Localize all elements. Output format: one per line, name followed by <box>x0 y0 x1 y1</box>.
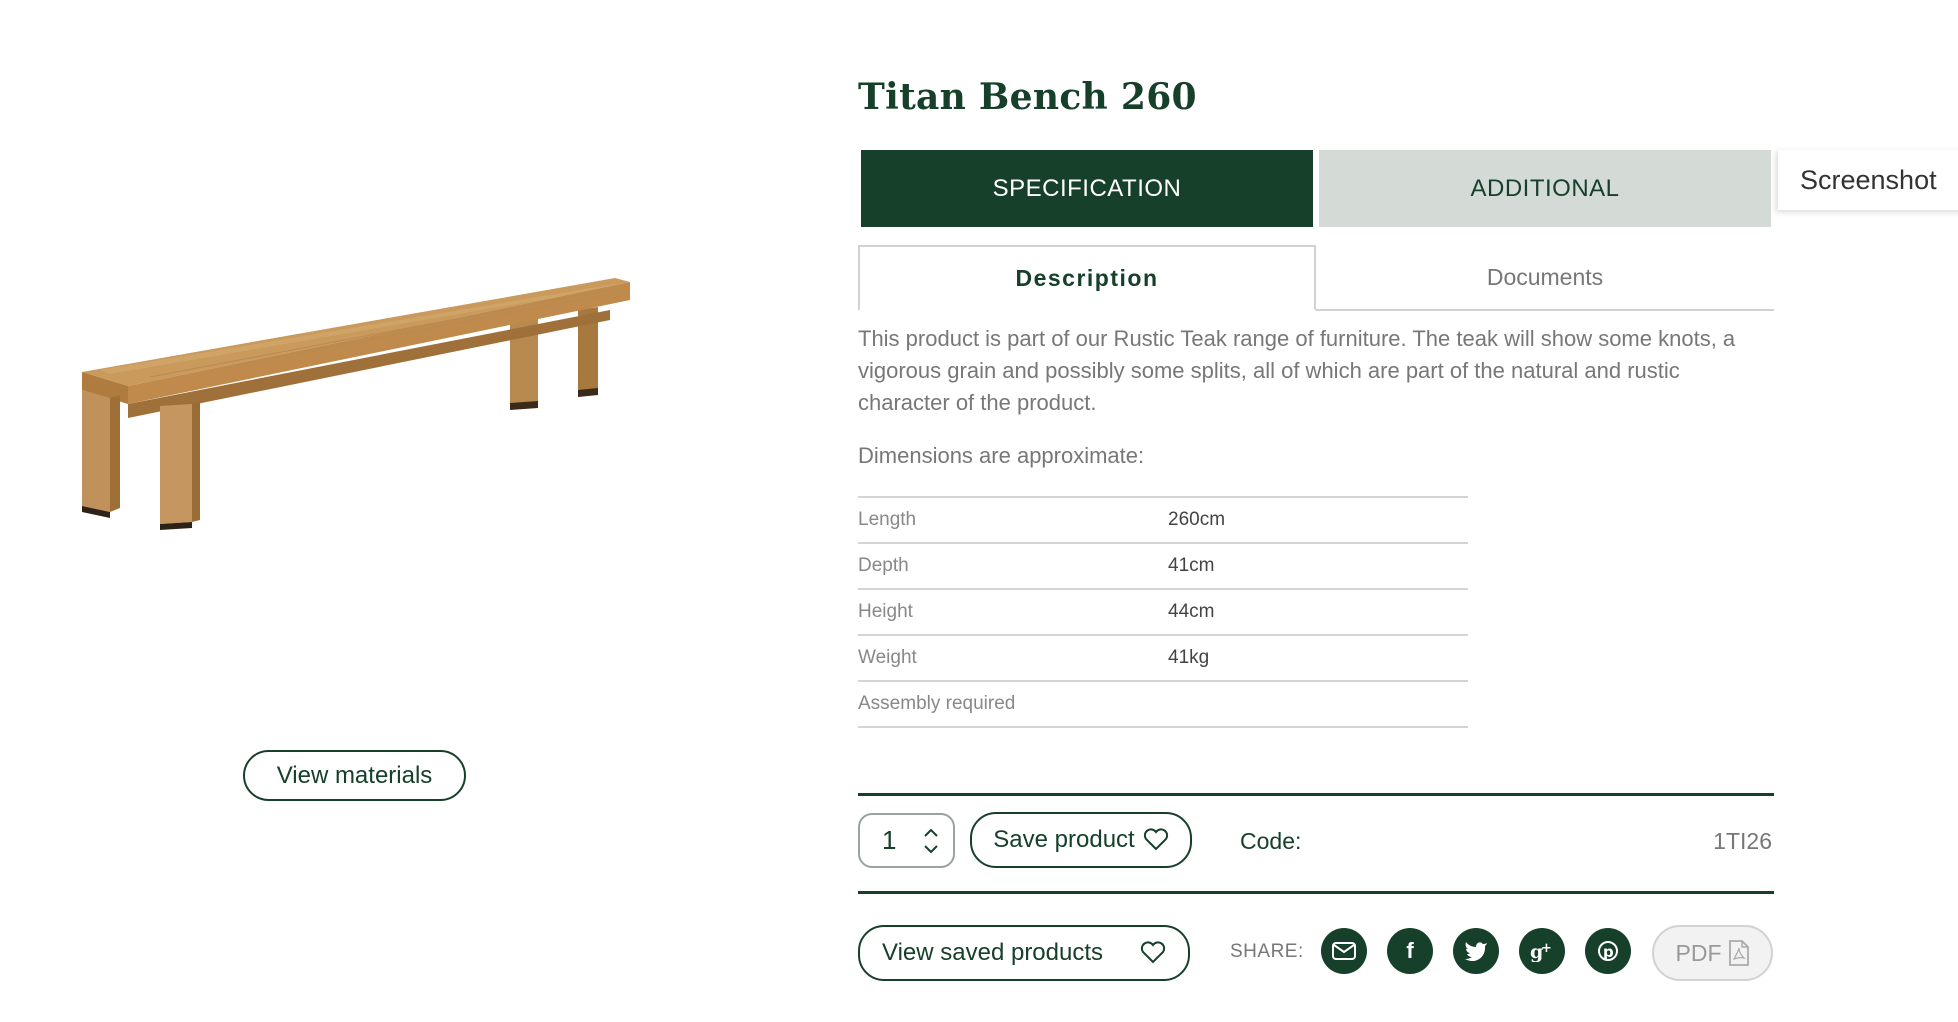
spec-value: 41cm <box>1168 543 1468 590</box>
save-product-button[interactable]: Save product <box>970 812 1192 868</box>
code-label: Code: <box>1240 828 1302 854</box>
pdf-button[interactable]: PDF <box>1652 925 1773 981</box>
pdf-label: PDF <box>1675 939 1722 966</box>
heart-icon <box>1140 941 1166 964</box>
table-row: Height 44cm <box>858 589 1468 636</box>
share-label: SHARE: <box>1230 941 1304 962</box>
subtab-bar: Description Documents <box>858 245 1774 311</box>
stepper-arrows[interactable] <box>922 826 940 856</box>
heart-icon <box>1143 828 1168 851</box>
divider <box>858 793 1774 796</box>
facebook-icon[interactable]: f <box>1387 928 1433 974</box>
subtab-description[interactable]: Description <box>858 245 1316 311</box>
code-value: 1TI26 <box>1713 828 1772 854</box>
tab-additional[interactable]: ADDITIONAL <box>1319 150 1771 227</box>
screenshot-tooltip[interactable]: Screenshot <box>1778 150 1958 210</box>
spec-value: 41kg <box>1168 635 1468 682</box>
product-title: Titan Bench 260 <box>858 76 1197 118</box>
product-image <box>82 278 630 530</box>
spec-value <box>1168 681 1468 728</box>
dimensions-heading: Dimensions are approximate: <box>858 443 1145 468</box>
svg-text:p: p <box>1603 943 1614 961</box>
table-row: Assembly required <box>858 681 1468 728</box>
spec-label: Weight <box>858 635 1168 682</box>
spec-label: Assembly required <box>858 681 1168 728</box>
bench-illustration <box>82 278 630 530</box>
quantity-value: 1 <box>882 825 897 855</box>
spec-label: Depth <box>858 543 1168 590</box>
table-row: Depth 41cm <box>858 543 1468 590</box>
spec-value: 260cm <box>1168 496 1468 544</box>
subtab-documents[interactable]: Documents <box>1316 245 1774 309</box>
spec-label: Length <box>858 496 1168 544</box>
pinterest-icon[interactable]: p <box>1585 928 1631 974</box>
svg-text:+: + <box>1541 941 1552 956</box>
dimensions-table: Length 260cm Depth 41cm Height 44cm Weig… <box>858 496 1468 728</box>
email-icon[interactable] <box>1321 928 1367 974</box>
table-row: Length 260cm <box>858 496 1468 544</box>
chevron-up-down-icon[interactable] <box>922 826 940 856</box>
save-product-label: Save product <box>993 826 1135 853</box>
tab-specification[interactable]: SPECIFICATION <box>861 150 1313 227</box>
pdf-file-icon <box>1728 940 1749 966</box>
google-plus-icon[interactable]: g + <box>1519 928 1565 974</box>
divider <box>858 891 1774 894</box>
view-saved-products-button[interactable]: View saved products <box>858 925 1190 981</box>
view-materials-button[interactable]: View materials <box>243 750 466 801</box>
view-saved-products-label: View saved products <box>882 939 1104 966</box>
spec-value: 44cm <box>1168 589 1468 636</box>
twitter-icon[interactable] <box>1453 928 1499 974</box>
quantity-stepper[interactable]: 1 <box>858 813 955 868</box>
spec-label: Height <box>858 589 1168 636</box>
product-description: This product is part of our Rustic Teak … <box>858 326 1736 415</box>
table-row: Weight 41kg <box>858 635 1468 682</box>
